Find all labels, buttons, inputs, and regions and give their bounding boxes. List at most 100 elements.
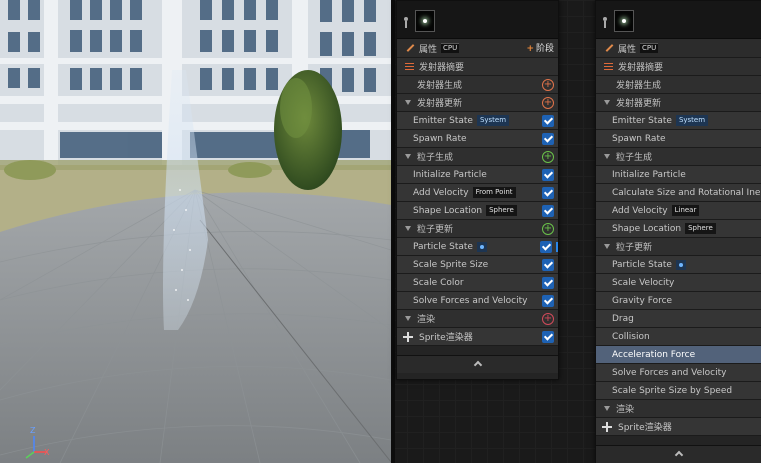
module-enabled-checkbox[interactable] <box>542 133 554 145</box>
insert-marker <box>556 242 558 252</box>
collapse-arrow-icon[interactable] <box>604 244 610 249</box>
properties-label: 属性 <box>419 44 438 55</box>
module-drag[interactable]: Drag <box>596 310 761 328</box>
add-module-button[interactable]: + <box>542 79 554 91</box>
module-calculate-size[interactable]: Calculate Size and Rotational Inertia b <box>596 184 761 202</box>
module-enabled-checkbox[interactable] <box>542 187 554 199</box>
module-particle-state[interactable]: Particle State <box>397 238 558 256</box>
module-shape-location[interactable]: Shape Location Sphere <box>397 202 558 220</box>
emitter-thumbnail <box>415 10 435 32</box>
module-label: Emitter State <box>612 115 672 126</box>
collapse-node-button[interactable] <box>596 445 761 463</box>
module-sprite-renderer[interactable]: Sprite渲染器 <box>397 328 558 346</box>
particle-spawn-section[interactable]: 粒子生成 + <box>397 148 558 166</box>
emitter-update-section[interactable]: 发射器更新 + <box>397 94 558 112</box>
emitter-summary-row[interactable]: 发射器摘要 <box>397 58 558 76</box>
collapse-arrow-icon[interactable] <box>405 226 411 231</box>
render-section[interactable]: 渲染 <box>596 400 761 418</box>
emitter-header[interactable] <box>397 1 558 39</box>
module-label: Collision <box>612 331 650 342</box>
module-initialize-particle[interactable]: Initialize Particle <box>596 166 761 184</box>
add-stage-button[interactable]: + 阶段 <box>526 41 554 54</box>
module-label: Emitter State <box>413 115 473 126</box>
module-enabled-checkbox[interactable] <box>542 169 554 181</box>
module-enabled-checkbox[interactable] <box>542 205 554 217</box>
emitter-node-a[interactable]: 属性 CPU + 阶段 发射器摘要 发射器生成 + 发射器更新 + Emitter… <box>396 0 559 380</box>
module-shape-location[interactable]: Shape Location Sphere <box>596 220 761 238</box>
enable-toggle-stem <box>405 21 407 28</box>
module-emitter-state[interactable]: Emitter State System <box>596 112 761 130</box>
module-label: Spawn Rate <box>612 133 666 144</box>
particle-update-section[interactable]: 粒子更新 <box>596 238 761 256</box>
module-tag: Linear <box>671 205 700 216</box>
particle-spawn-label: 粒子生成 <box>417 153 454 163</box>
panel-divider[interactable] <box>391 0 395 463</box>
properties-row[interactable]: 属性 CPU <box>596 39 761 58</box>
particle-spawn-section[interactable]: 粒子生成 <box>596 148 761 166</box>
module-collision[interactable]: Collision <box>596 328 761 346</box>
module-add-velocity[interactable]: Add Velocity Linear <box>596 202 761 220</box>
enable-toggle-stem <box>604 21 606 28</box>
module-acceleration-force[interactable]: Acceleration Force <box>596 346 761 364</box>
add-module-button[interactable]: + <box>542 223 554 235</box>
collapse-arrow-icon[interactable] <box>405 316 411 321</box>
module-label: Add Velocity <box>413 187 469 198</box>
module-spawn-rate[interactable]: Spawn Rate <box>397 130 558 148</box>
emitter-node-b[interactable]: 属性 CPU 发射器摘要 发射器生成 发射器更新 Emitter State S… <box>595 0 761 463</box>
emitter-header[interactable] <box>596 1 761 39</box>
emitter-summary-label: 发射器摘要 <box>618 63 664 73</box>
module-scale-sprite-by-speed[interactable]: Scale Sprite Size by Speed <box>596 382 761 400</box>
module-initialize-particle[interactable]: Initialize Particle <box>397 166 558 184</box>
collapse-arrow-icon[interactable] <box>604 100 610 105</box>
module-label: Add Velocity <box>612 205 668 216</box>
add-module-button[interactable]: + <box>542 151 554 163</box>
module-enabled-checkbox[interactable] <box>542 277 554 289</box>
properties-row[interactable]: 属性 CPU + 阶段 <box>397 39 558 58</box>
emitter-summary-row[interactable]: 发射器摘要 <box>596 58 761 76</box>
add-renderer-button[interactable]: + <box>542 313 554 325</box>
module-label: Acceleration Force <box>612 349 696 360</box>
collapse-arrow-icon[interactable] <box>604 406 610 411</box>
particle-spawn-label: 粒子生成 <box>616 153 653 163</box>
chevron-up-icon <box>473 360 482 370</box>
module-label: Solve Forces and Velocity <box>413 295 528 306</box>
module-scale-color[interactable]: Scale Color <box>397 274 558 292</box>
module-dot-tag <box>476 241 487 252</box>
chevron-up-icon <box>674 450 683 460</box>
collapse-arrow-icon[interactable] <box>405 154 411 159</box>
sparkle-icon <box>403 331 413 342</box>
collapse-arrow-icon[interactable] <box>604 154 610 159</box>
emitter-update-section[interactable]: 发射器更新 <box>596 94 761 112</box>
module-enabled-checkbox[interactable] <box>542 259 554 271</box>
module-enabled-checkbox[interactable] <box>542 295 554 307</box>
particle-update-label: 粒子更新 <box>417 225 454 235</box>
module-enabled-checkbox[interactable] <box>542 115 554 127</box>
module-scale-velocity[interactable]: Scale Velocity <box>596 274 761 292</box>
module-particle-state[interactable]: Particle State <box>596 256 761 274</box>
emitter-spawn-label: 发射器生成 <box>616 81 662 91</box>
module-emitter-state[interactable]: Emitter State System <box>397 112 558 130</box>
collapse-node-button[interactable] <box>397 355 558 373</box>
render-section[interactable]: 渲染 + <box>397 310 558 328</box>
module-spawn-rate[interactable]: Spawn Rate <box>596 130 761 148</box>
emitter-spawn-section[interactable]: 发射器生成 <box>596 76 761 94</box>
axis-gizmo: Z X <box>16 426 56 460</box>
module-gravity-force[interactable]: Gravity Force <box>596 292 761 310</box>
add-module-button[interactable]: + <box>542 97 554 109</box>
module-sprite-renderer[interactable]: Sprite渲染器 <box>596 418 761 436</box>
module-label: Scale Velocity <box>612 277 675 288</box>
module-enabled-checkbox[interactable] <box>542 331 554 343</box>
module-solve-forces[interactable]: Solve Forces and Velocity <box>596 364 761 382</box>
module-scale-sprite-size[interactable]: Scale Sprite Size <box>397 256 558 274</box>
module-enabled-checkbox[interactable] <box>540 241 552 253</box>
axis-x-label: X <box>44 448 50 457</box>
particle-update-section[interactable]: 粒子更新 + <box>397 220 558 238</box>
module-tag: Sphere <box>486 205 517 216</box>
module-solve-forces[interactable]: Solve Forces and Velocity <box>397 292 558 310</box>
module-add-velocity[interactable]: Add Velocity From Point <box>397 184 558 202</box>
collapse-arrow-icon[interactable] <box>405 100 411 105</box>
level-viewport[interactable]: Z X <box>0 0 391 463</box>
module-label: Sprite渲染器 <box>419 333 473 343</box>
emitter-spawn-section[interactable]: 发射器生成 + <box>397 76 558 94</box>
properties-label: 属性 <box>618 44 637 55</box>
